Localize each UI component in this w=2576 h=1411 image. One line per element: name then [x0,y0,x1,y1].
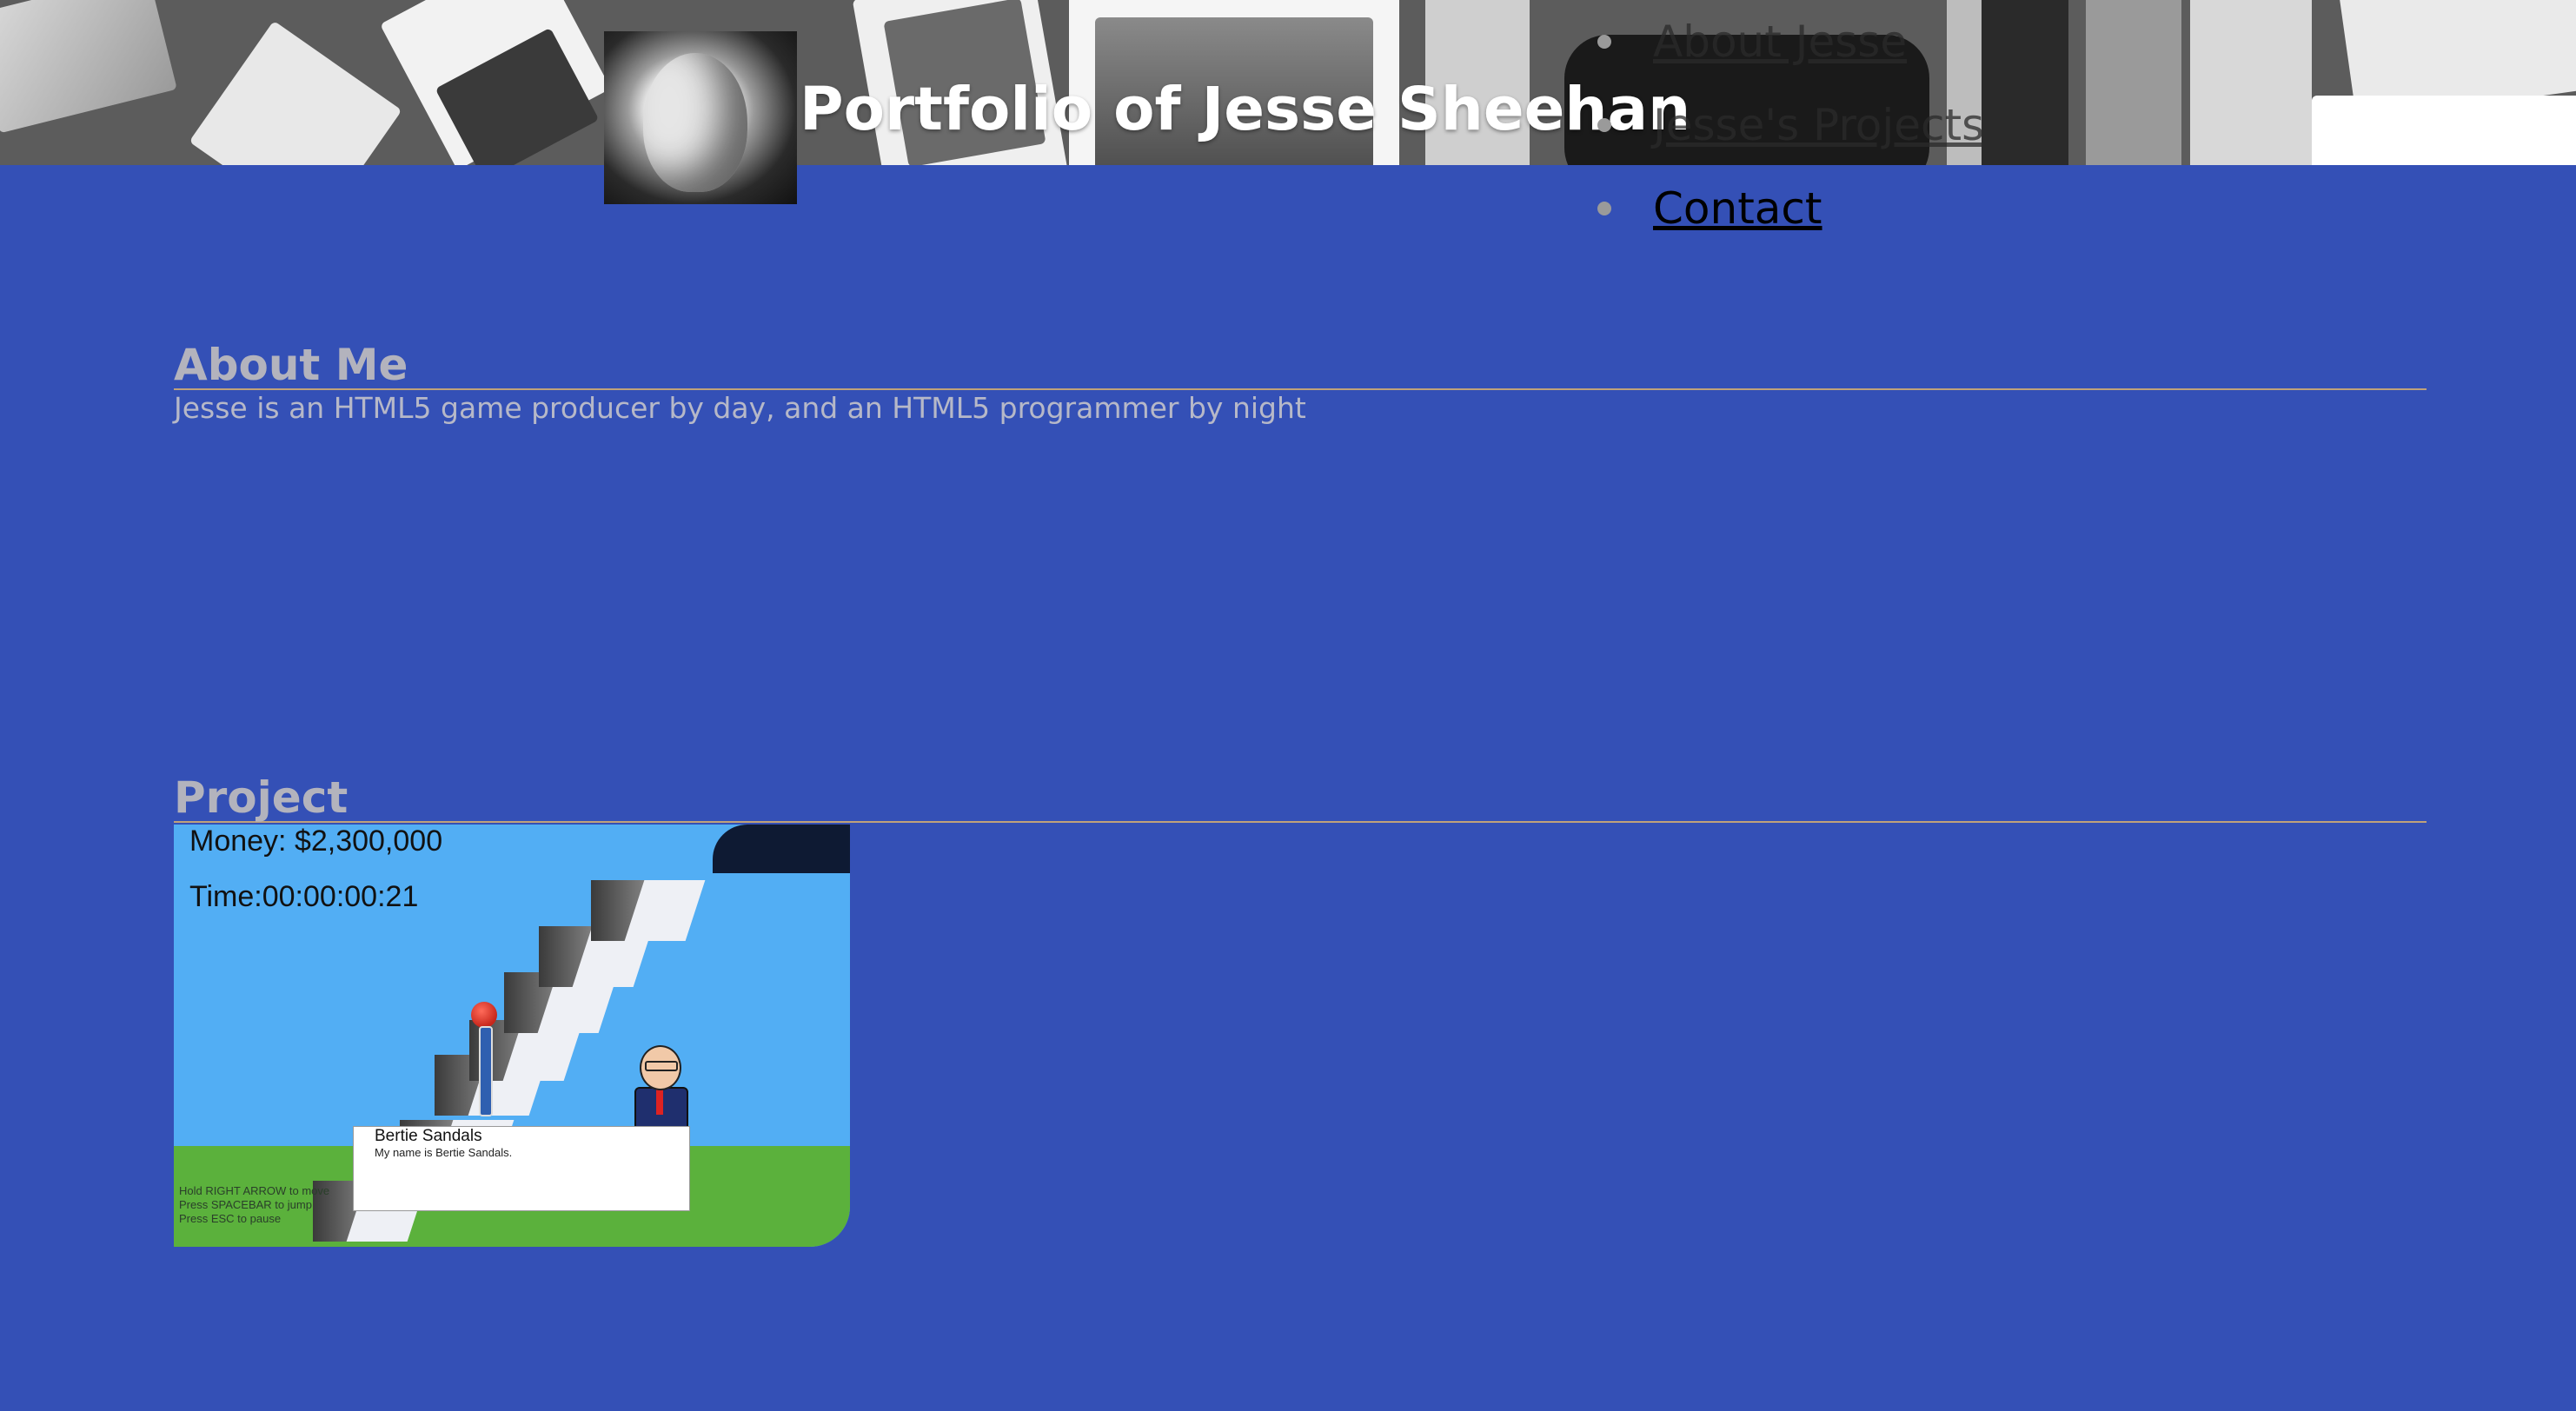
game-money-display: Money: $2,300,000 [189,825,443,858]
game-preview[interactable]: Money: $2,300,000 Time:00:00:00:21 Berti… [174,825,850,1247]
instruction-line: Press SPACEBAR to jump [179,1198,312,1211]
site-title: Portfolio of Jesse Sheehan [800,75,1691,144]
banner-photo [0,0,177,134]
nav-item-contact: Contact [1596,167,1984,250]
bullet-icon [1596,0,1613,83]
avatar [604,31,797,204]
nav-item-projects: Jesse's Projects [1596,83,1984,167]
instruction-line: Press ESC to pause [179,1212,282,1225]
dialog-speaker-name: Bertie Sandals [375,1127,482,1145]
game-stair [591,880,713,941]
bullet-icon [1596,167,1613,250]
banner-photo [1982,0,2068,165]
nav-link-about[interactable]: About Jesse [1653,17,1907,67]
avatar-face [643,53,747,192]
main-nav: About Jesse Jesse's Projects Contact [1596,0,1984,250]
game-stair [713,825,850,885]
game-time-display: Time:00:00:00:21 [189,880,419,913]
banner-photo [2086,0,2181,165]
banner-photo [2312,96,2576,165]
nav-link-contact[interactable]: Contact [1653,183,1822,234]
dialog-message: My name is Bertie Sandals. [375,1146,513,1159]
about-heading: About Me [174,343,2427,390]
banner-photo [2190,0,2312,165]
game-npc-character [633,1045,688,1132]
nav-item-about: About Jesse [1596,0,1984,83]
nav-link-projects[interactable]: Jesse's Projects [1653,100,1984,150]
game-instructions: Hold RIGHT ARROW to move Press SPACEBAR … [179,1184,329,1226]
banner-photo [189,20,402,165]
bullet-icon [1596,83,1613,167]
game-dialog-box: Bertie Sandals My name is Bertie Sandals… [353,1126,690,1211]
game-lever [469,1002,499,1123]
instruction-line: Hold RIGHT ARROW to move [179,1184,330,1197]
project-heading: Project [174,776,2427,823]
about-text: Jesse is an HTML5 game producer by day, … [174,391,1306,425]
